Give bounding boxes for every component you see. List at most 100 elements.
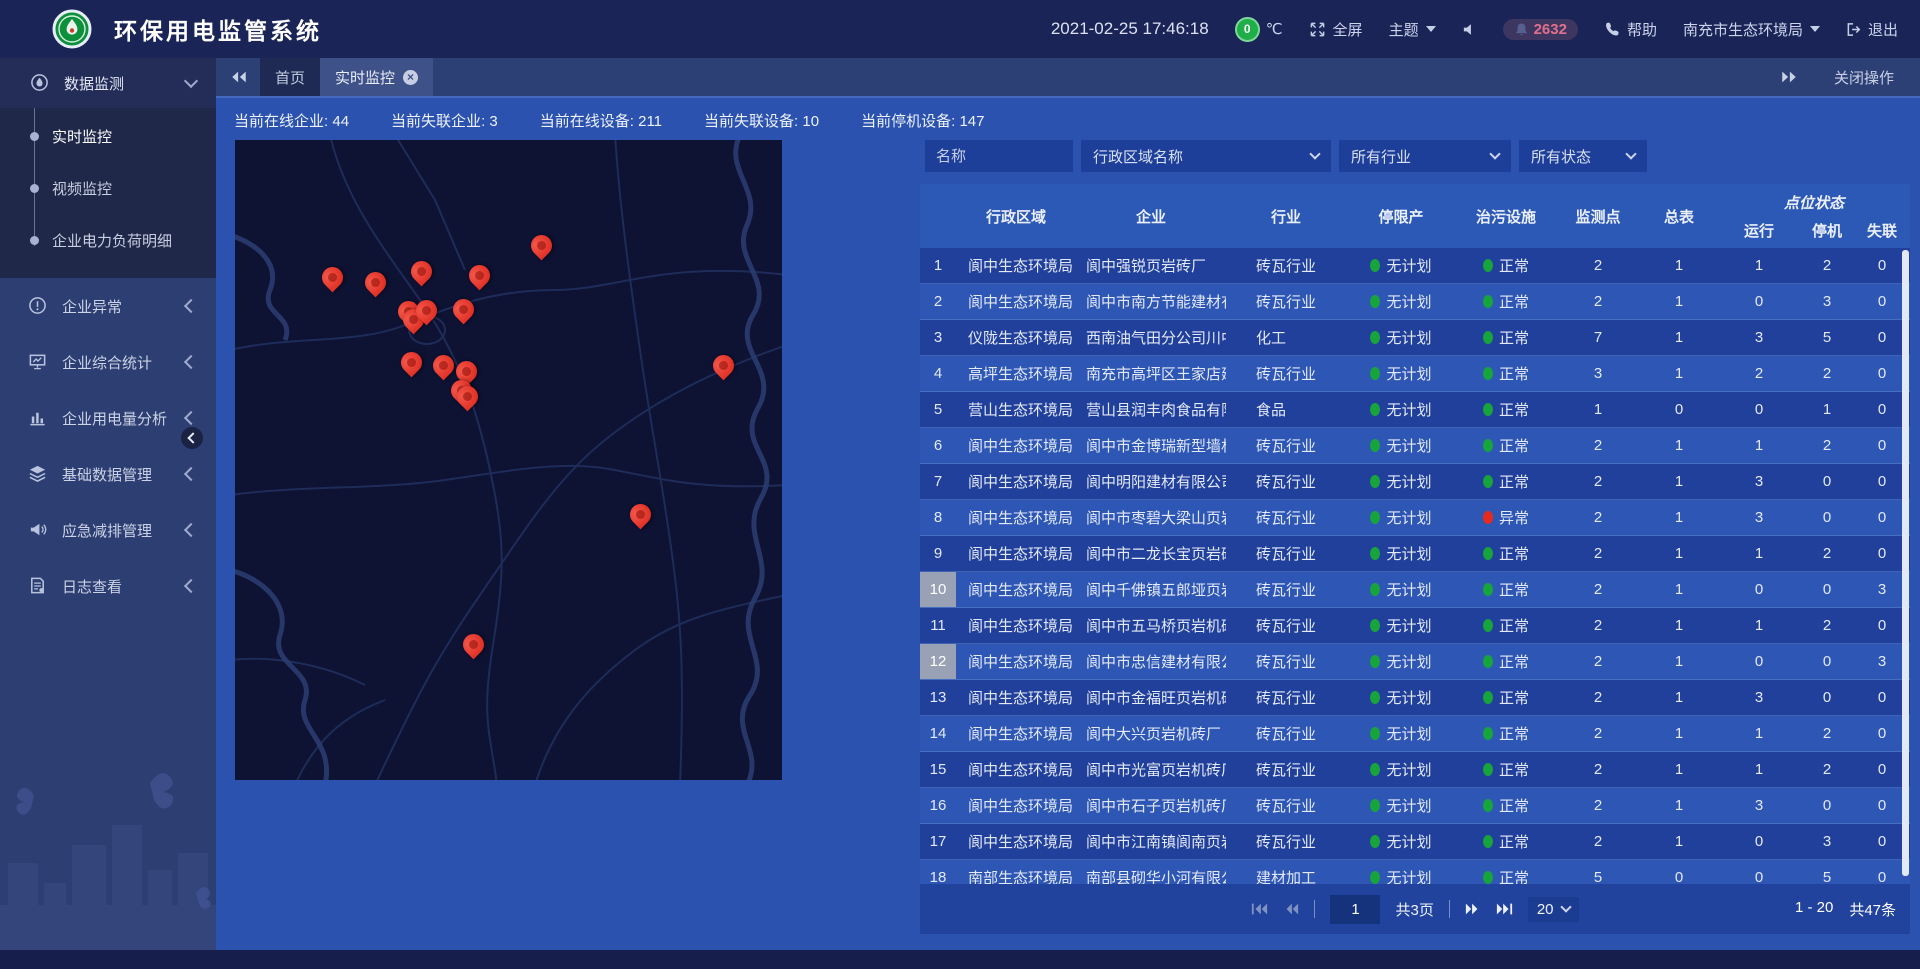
prev-page-button[interactable]	[1283, 902, 1299, 916]
pagination-bar: 共3页 20 1 - 20 共47条	[920, 884, 1910, 934]
scroll-tabs-right-icon[interactable]	[1780, 70, 1798, 84]
facility-status-dot	[1483, 619, 1493, 632]
facility-status-text: 正常	[1499, 867, 1529, 884]
sidebar-subitem[interactable]: 实时监控	[0, 110, 216, 162]
cell-industry: 砖瓦行业	[1226, 291, 1346, 312]
cell-run: 1	[1718, 725, 1800, 742]
limit-status-dot	[1370, 583, 1380, 596]
region-filter-select[interactable]: 行政区域名称	[1081, 140, 1331, 172]
facility-status-text: 正常	[1499, 831, 1529, 852]
cell-region: 阆中生态环境局	[956, 507, 1076, 528]
chevron-down-icon	[184, 74, 198, 88]
table-row[interactable]: 1 阆中生态环境局 阆中强锐页岩砖厂 砖瓦行业 无计划 正常 2 1 1 2 0	[920, 248, 1910, 284]
exit-button[interactable]: 退出	[1846, 19, 1898, 40]
table-row[interactable]: 12 阆中生态环境局 阆中市忠信建材有限公 砖瓦行业 无计划 正常 2 1 0 …	[920, 644, 1910, 680]
table-row[interactable]: 4 高坪生态环境局 南充市高坪区王家店建 砖瓦行业 无计划 正常 3 1 2 2…	[920, 356, 1910, 392]
table-scrollbar-thumb[interactable]	[1902, 250, 1909, 876]
chevron-left-icon	[184, 467, 198, 481]
chevron-left-icon	[184, 579, 198, 593]
map[interactable]	[235, 140, 782, 780]
page-size-select[interactable]: 20	[1528, 897, 1579, 922]
table-row[interactable]: 10 阆中生态环境局 阆中千佛镇五郎垭页岩 砖瓦行业 无计划 正常 2 1 0 …	[920, 572, 1910, 608]
limit-status-text: 无计划	[1386, 831, 1431, 852]
cell-stop: 2	[1800, 365, 1854, 382]
sidebar-subitem[interactable]: 视频监控	[0, 162, 216, 214]
table-row[interactable]: 6 阆中生态环境局 阆中市金博瑞新型墙材 砖瓦行业 无计划 正常 2 1 1 2…	[920, 428, 1910, 464]
cell-run: 1	[1718, 545, 1800, 562]
cell-run: 3	[1718, 797, 1800, 814]
last-page-button[interactable]	[1496, 902, 1513, 916]
cell-facility: 正常	[1456, 795, 1556, 816]
caret-down-icon	[1810, 26, 1820, 32]
cell-company: 阆中市忠信建材有限公	[1076, 651, 1226, 672]
table-row[interactable]: 16 阆中生态环境局 阆中市石子页岩机砖厂 砖瓦行业 无计划 正常 2 1 3 …	[920, 788, 1910, 824]
header-industry: 行业	[1226, 206, 1346, 227]
table-row[interactable]: 3 仪陇生态环境局 西南油气田分公司川中 化工 无计划 正常 7 1 3 5 0	[920, 320, 1910, 356]
help-button[interactable]: 帮助	[1604, 19, 1657, 40]
cell-facility: 正常	[1456, 399, 1556, 420]
cell-limit: 无计划	[1346, 471, 1456, 492]
close-operations-button[interactable]: 关闭操作	[1834, 67, 1894, 88]
table-row[interactable]: 8 阆中生态环境局 阆中市枣碧大梁山页岩 砖瓦行业 无计划 异常 2 1 3 0…	[920, 500, 1910, 536]
table-row[interactable]: 5 营山生态环境局 营山县润丰肉食品有限 食品 无计划 正常 1 0 0 1 0	[920, 392, 1910, 428]
table-row[interactable]: 18 南部生态环境局 南部县砌华小河有限公 建材加工 无计划 正常 5 0 0 …	[920, 860, 1910, 884]
cell-stop: 2	[1800, 545, 1854, 562]
sidebar-group[interactable]: 数据监测	[0, 58, 216, 108]
cell-run: 1	[1718, 761, 1800, 778]
page-number-input[interactable]	[1330, 895, 1380, 924]
table-row[interactable]: 11 阆中生态环境局 阆中市五马桥页岩机砖 砖瓦行业 无计划 正常 2 1 1 …	[920, 608, 1910, 644]
sidebar-item[interactable]: 应急减排管理	[0, 502, 216, 558]
sidebar-item[interactable]: 企业异常	[0, 278, 216, 334]
industry-filter-select[interactable]: 所有行业	[1339, 140, 1511, 172]
cell-points: 2	[1556, 833, 1640, 850]
cell-facility: 正常	[1456, 363, 1556, 384]
fullscreen-icon	[1309, 21, 1326, 38]
table-row[interactable]: 9 阆中生态环境局 阆中市二龙长宝页岩砖 砖瓦行业 无计划 正常 2 1 1 2…	[920, 536, 1910, 572]
cell-facility: 正常	[1456, 579, 1556, 600]
table-row[interactable]: 2 阆中生态环境局 阆中市南方节能建材有 砖瓦行业 无计划 正常 2 1 0 3…	[920, 284, 1910, 320]
cell-points: 2	[1556, 293, 1640, 310]
cell-stop: 5	[1800, 329, 1854, 346]
organization-label: 南充市生态环境局	[1683, 19, 1803, 40]
scroll-tabs-left-icon[interactable]	[230, 70, 248, 84]
limit-status-dot	[1370, 367, 1380, 380]
cell-points: 2	[1556, 473, 1640, 490]
organization-menu[interactable]: 南充市生态环境局	[1683, 19, 1820, 40]
cell-company: 阆中市二龙长宝页岩砖	[1076, 543, 1226, 564]
status-filter-select[interactable]: 所有状态	[1519, 140, 1647, 172]
next-page-button[interactable]	[1465, 902, 1481, 916]
table-row[interactable]: 13 阆中生态环境局 阆中市金福旺页岩机砖 砖瓦行业 无计划 正常 2 1 3 …	[920, 680, 1910, 716]
fullscreen-button[interactable]: 全屏	[1309, 19, 1363, 40]
sidebar-subitem[interactable]: 企业电力负荷明细	[0, 214, 216, 266]
tab[interactable]: 首页	[260, 58, 320, 96]
sidebar-item[interactable]: 基础数据管理	[0, 446, 216, 502]
limit-status-text: 无计划	[1386, 867, 1431, 884]
chevron-left-icon	[184, 411, 198, 425]
first-page-button[interactable]	[1251, 902, 1268, 916]
sidebar-collapse-handle[interactable]	[181, 427, 203, 449]
table-body: 1 阆中生态环境局 阆中强锐页岩砖厂 砖瓦行业 无计划 正常 2 1 1 2 0…	[920, 248, 1910, 884]
name-filter-input[interactable]	[925, 140, 1073, 172]
table-row[interactable]: 15 阆中生态环境局 阆中市光富页岩机砖厂 砖瓦行业 无计划 正常 2 1 1 …	[920, 752, 1910, 788]
cell-index: 1	[920, 248, 956, 283]
cell-meters: 1	[1640, 833, 1718, 850]
notifications-button[interactable]: 2632	[1503, 19, 1578, 40]
tab-close-icon[interactable]	[403, 70, 418, 85]
cell-meters: 1	[1640, 257, 1718, 274]
cell-index: 6	[920, 428, 956, 463]
theme-menu-button[interactable]: 主题	[1389, 19, 1436, 40]
facility-status-dot	[1483, 727, 1493, 740]
sidebar-item[interactable]: 日志查看	[0, 558, 216, 614]
table-row[interactable]: 7 阆中生态环境局 阆中明阳建材有限公司 砖瓦行业 无计划 正常 2 1 3 0…	[920, 464, 1910, 500]
cell-limit: 无计划	[1346, 399, 1456, 420]
table-row[interactable]: 17 阆中生态环境局 阆中市江南镇阆南页岩 砖瓦行业 无计划 正常 2 1 0 …	[920, 824, 1910, 860]
cell-limit: 无计划	[1346, 579, 1456, 600]
cell-index: 2	[920, 284, 956, 319]
table-row[interactable]: 14 阆中生态环境局 阆中大兴页岩机砖厂 砖瓦行业 无计划 正常 2 1 1 2…	[920, 716, 1910, 752]
volume-button[interactable]	[1462, 22, 1477, 37]
tab[interactable]: 实时监控	[320, 58, 433, 96]
sidebar-item[interactable]: 企业综合统计	[0, 334, 216, 390]
limit-status-text: 无计划	[1386, 399, 1431, 420]
facility-status-dot	[1483, 763, 1493, 776]
sidebar-subitem-label: 视频监控	[52, 178, 112, 199]
